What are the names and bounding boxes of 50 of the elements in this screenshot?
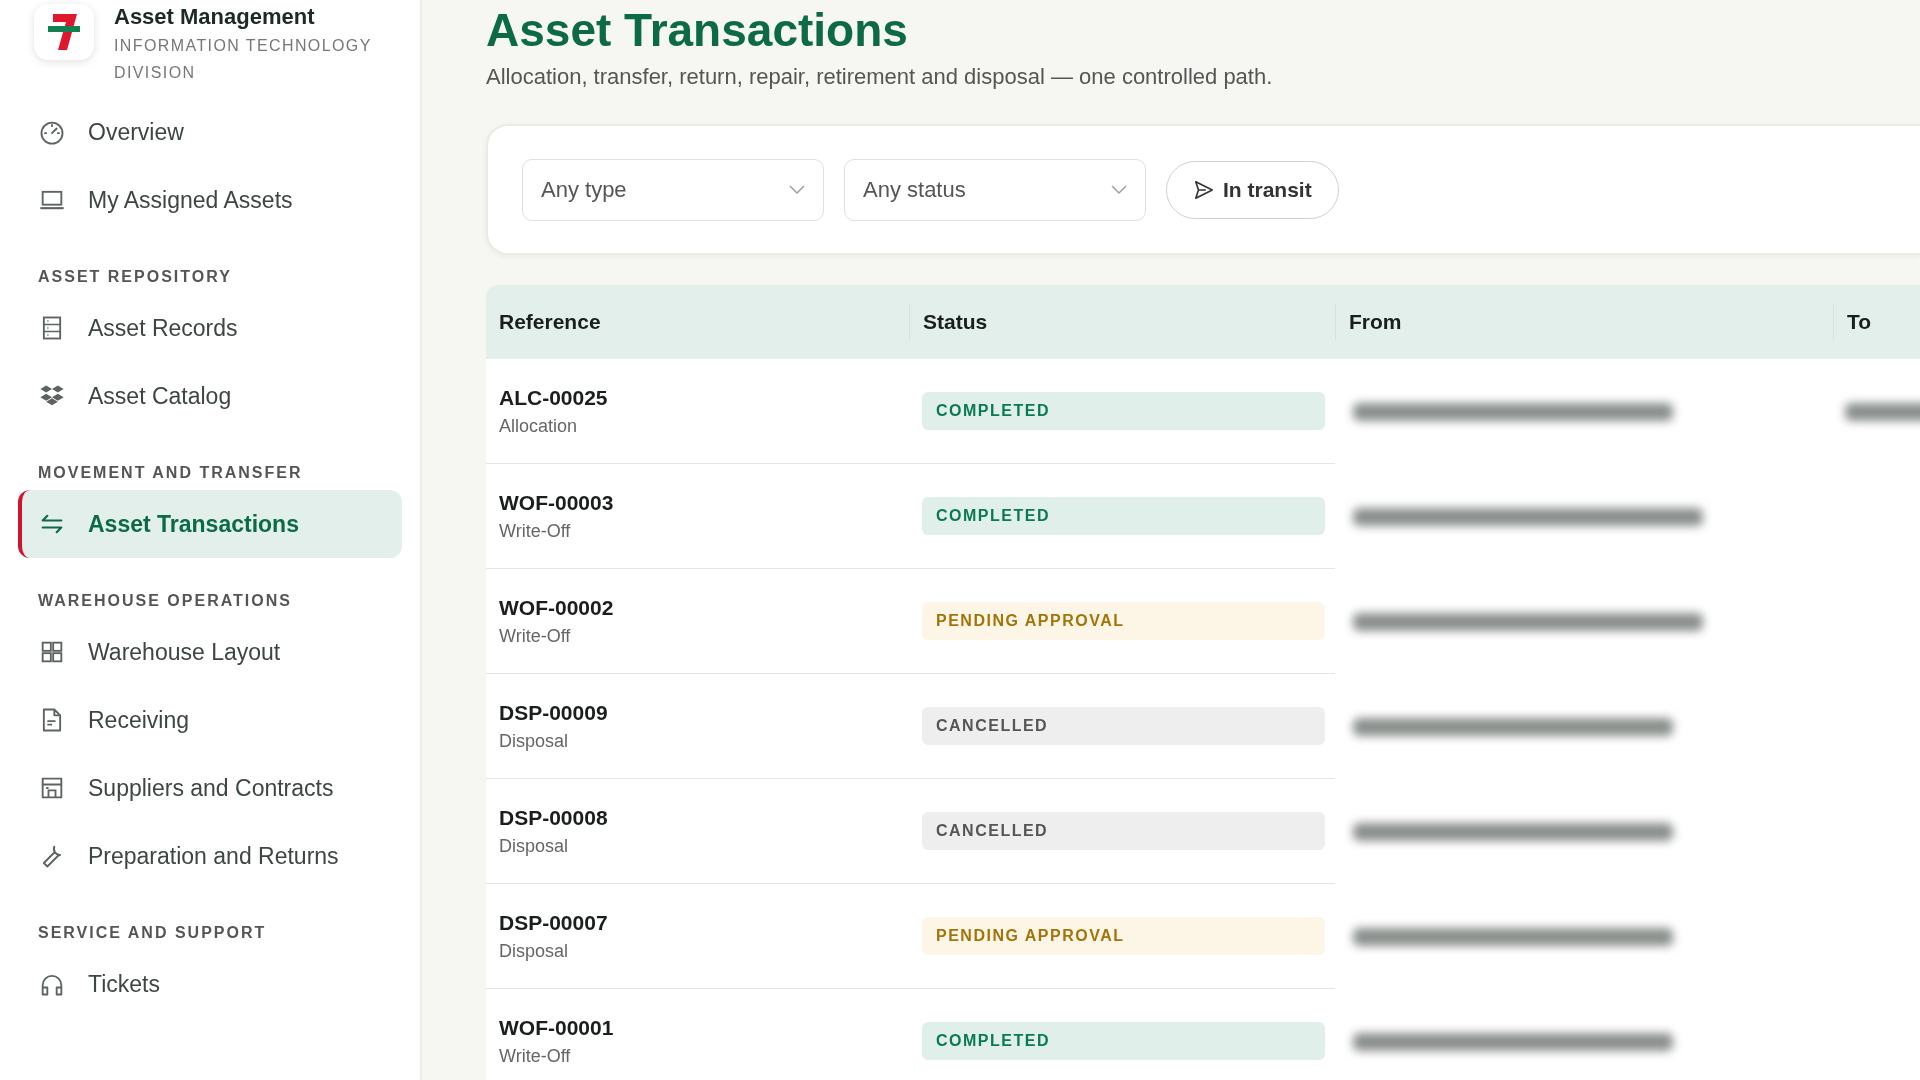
- brand-title: Asset Management: [114, 4, 316, 30]
- reference-id[interactable]: DSP-00009: [499, 700, 909, 725]
- sidebar-item[interactable]: Receiving: [18, 686, 402, 754]
- sidebar-item[interactable]: My Assigned Assets: [18, 166, 402, 234]
- column-header[interactable]: To: [1847, 310, 1872, 335]
- transaction-type: Disposal: [499, 730, 570, 752]
- type-select[interactable]: Any type: [522, 158, 824, 221]
- sidebar-item[interactable]: Asset Records: [18, 294, 402, 362]
- status-badge: CANCELLED: [922, 812, 1325, 851]
- chevron-icon: [789, 184, 805, 195]
- sidebar-item[interactable]: Preparation and Returns: [18, 822, 402, 890]
- sidebar-item[interactable]: Suppliers and Contracts: [18, 754, 402, 822]
- transaction-type: Write-Off: [499, 520, 572, 542]
- section-heading: ASSET REPOSITORY: [37, 267, 233, 287]
- status-badge: PENDING APPROVAL: [922, 917, 1325, 956]
- sidebar-item[interactable]: Asset Catalog: [18, 362, 402, 430]
- send-icon: [1193, 178, 1215, 201]
- sidebar-item[interactable]: Warehouse Layout: [18, 618, 402, 686]
- reference-id[interactable]: WOF-00003: [499, 490, 909, 515]
- column-header[interactable]: Reference: [499, 310, 601, 335]
- transaction-type: Write-Off: [499, 625, 572, 647]
- reference-id[interactable]: WOF-00001: [499, 1015, 909, 1040]
- reference-id[interactable]: DSP-00008: [499, 805, 909, 830]
- brand-subtitle: INFORMATION TECHNOLOGY DIVISION: [114, 36, 373, 83]
- status-badge: COMPLETED: [922, 1022, 1325, 1061]
- transaction-type: Disposal: [499, 835, 570, 857]
- sidebar-item[interactable]: Overview: [18, 98, 402, 166]
- section-heading: WAREHOUSE OPERATIONS: [37, 591, 293, 611]
- reference-id[interactable]: ALC-00025: [499, 385, 909, 410]
- page-subtitle: Allocation, transfer, return, repair, retirement and disposal — one controlled path.: [486, 64, 1274, 91]
- transaction-type: Allocation: [499, 415, 579, 437]
- sidebar-item[interactable]: Tickets: [18, 950, 402, 1018]
- status-badge: COMPLETED: [922, 497, 1325, 536]
- sidebar-item[interactable]: Asset Transactions: [18, 490, 402, 558]
- transaction-type: Disposal: [499, 940, 570, 962]
- section-heading: SERVICE AND SUPPORT: [37, 923, 268, 943]
- status-badge: CANCELLED: [922, 707, 1325, 746]
- column-header[interactable]: Status: [923, 310, 988, 335]
- page-title: Asset Transactions: [486, 6, 909, 55]
- column-header[interactable]: From: [1349, 310, 1402, 335]
- logo-icon: [47, 12, 81, 52]
- status-select[interactable]: Any status: [844, 158, 1146, 221]
- status-badge: PENDING APPROVAL: [922, 602, 1325, 641]
- reference-id[interactable]: WOF-00002: [499, 595, 909, 620]
- in-transit-button[interactable]: In transit: [1166, 160, 1339, 219]
- chevron-icon: [1111, 184, 1127, 195]
- section-heading: MOVEMENT AND TRANSFER: [37, 463, 304, 483]
- transaction-type: Write-Off: [499, 1045, 572, 1067]
- reference-id[interactable]: DSP-00007: [499, 910, 909, 935]
- status-badge: COMPLETED: [922, 392, 1325, 431]
